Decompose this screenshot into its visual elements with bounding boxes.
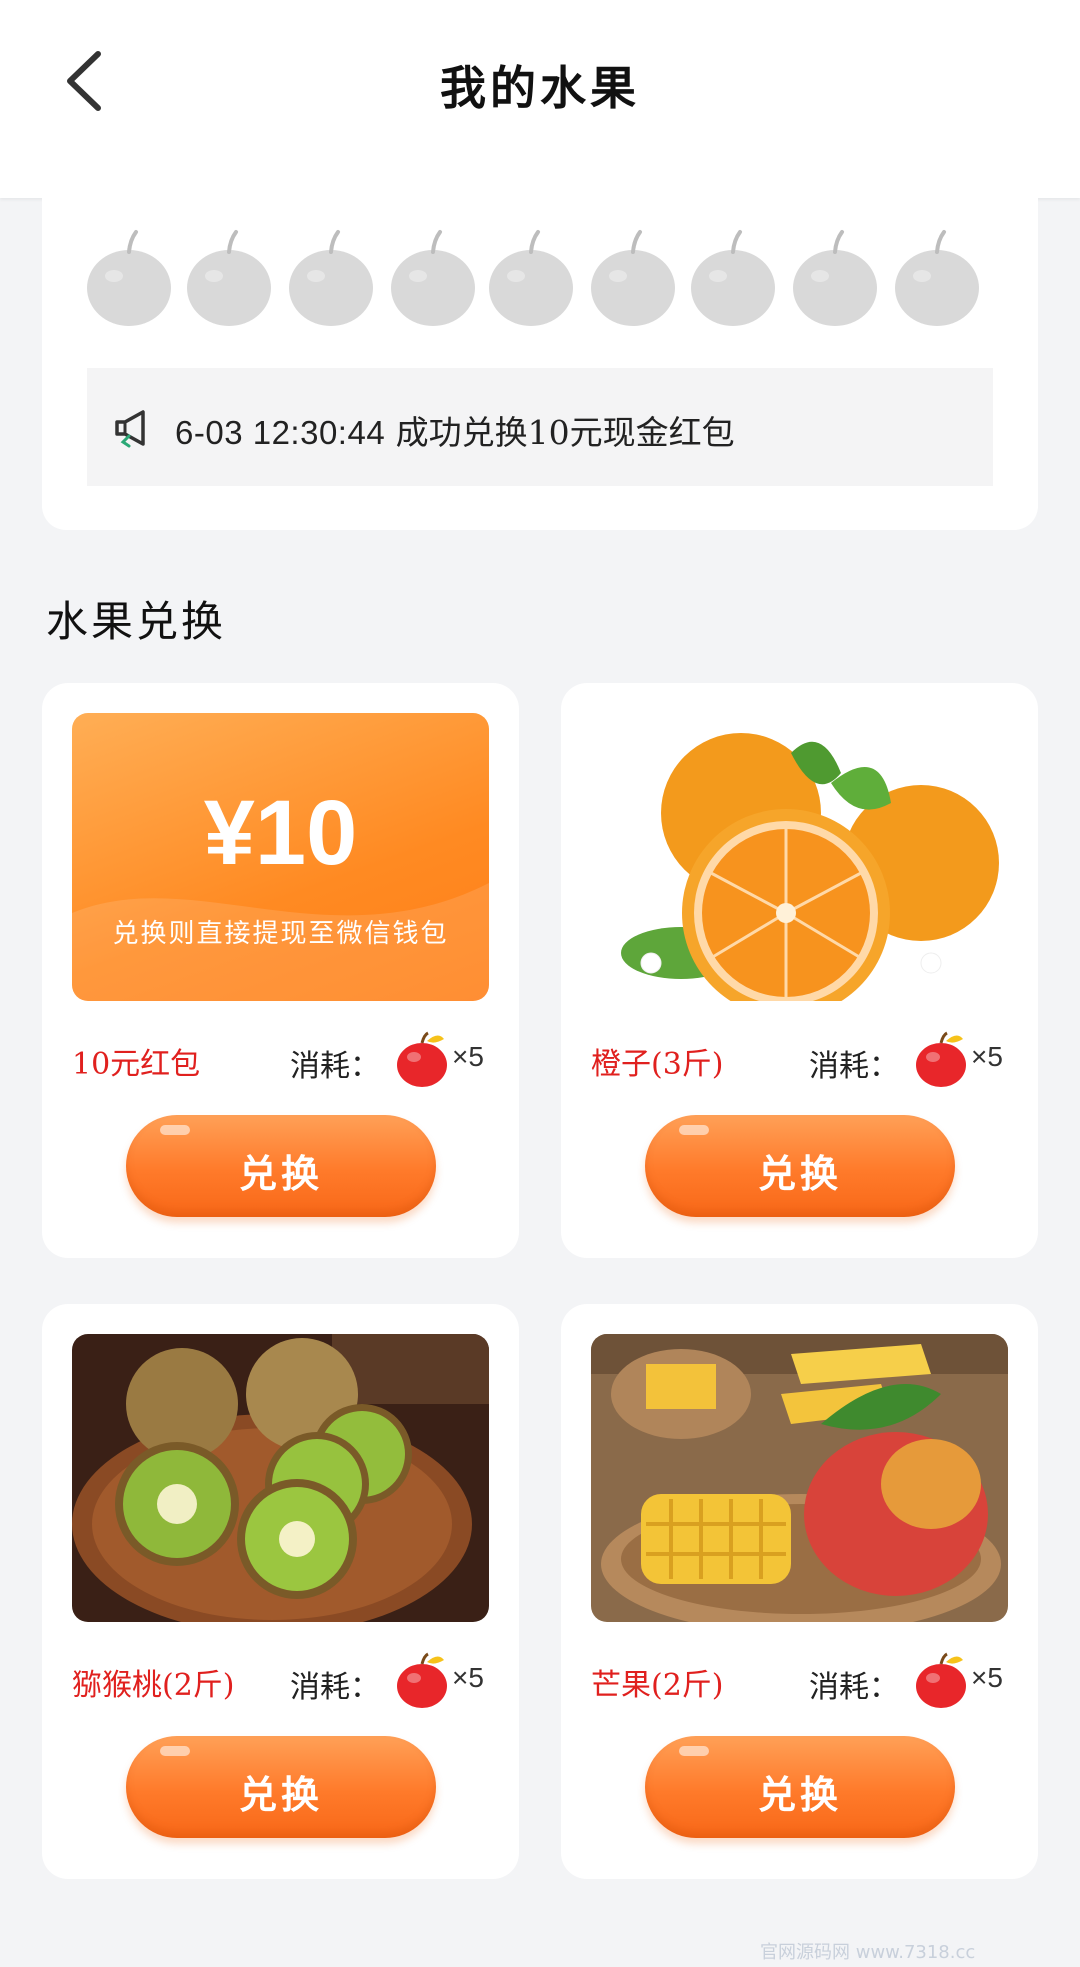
redeem-button-label: 兑换 [238, 1772, 323, 1817]
fruit-slot-apple-icon [488, 228, 574, 328]
orange-photo [591, 713, 1008, 1001]
button-gloss [679, 1125, 709, 1135]
fruit-slot-apple-icon [390, 228, 476, 328]
product-image [591, 713, 1008, 1001]
product-card-orange: 橙子(3斤) 消耗： ×5 兑换 [561, 683, 1038, 1258]
section-title: 水果兑换 [46, 597, 227, 646]
product-card-red-packet: ¥10 兑换则直接提现至微信钱包 10元红包 消耗： ×5 兑换 [42, 683, 519, 1258]
redeem-button[interactable]: 兑换 [126, 1736, 436, 1838]
cost-quantity: ×5 [971, 1662, 1003, 1693]
cost-label: 消耗： [809, 1670, 899, 1705]
fruit-slot-row [86, 228, 986, 328]
apple-icon [916, 1031, 966, 1087]
redeem-button-label: 兑换 [757, 1151, 842, 1196]
product-card-kiwi: 猕猴桃(2斤) 消耗： ×5 兑换 [42, 1304, 519, 1879]
red-packet-subtitle: 兑换则直接提现至微信钱包 [112, 919, 449, 949]
redeem-button-label: 兑换 [238, 1151, 323, 1196]
cost-quantity: ×5 [452, 1041, 484, 1072]
apple-icon [397, 1031, 447, 1087]
button-gloss [160, 1746, 190, 1756]
red-packet-image: ¥10 兑换则直接提现至微信钱包 [72, 713, 489, 1001]
product-image: ¥10 兑换则直接提现至微信钱包 [72, 713, 489, 1001]
red-packet-amount: ¥10 [203, 782, 358, 884]
button-gloss [679, 1746, 709, 1756]
redeem-button[interactable]: 兑换 [645, 1115, 955, 1217]
fruit-slot-apple-icon [590, 228, 676, 328]
product-name: 猕猴桃(2斤) [72, 1668, 235, 1703]
notice-message: 6-03 12:30:44 成功兑换10元现金红包 [175, 406, 735, 454]
fruit-slot-apple-icon [288, 228, 374, 328]
exchange-notice-bar: 6-03 12:30:44 成功兑换10元现金红包 [87, 368, 993, 486]
product-image [591, 1334, 1008, 1622]
cost-label: 消耗： [290, 1049, 380, 1084]
cost-label: 消耗： [809, 1049, 899, 1084]
kiwi-photo [72, 1334, 489, 1622]
megaphone-icon [115, 410, 145, 448]
cost-label: 消耗： [290, 1670, 380, 1705]
fruit-slot-apple-icon [792, 228, 878, 328]
button-gloss [160, 1125, 190, 1135]
cost-quantity: ×5 [971, 1041, 1003, 1072]
product-name: 橙子(3斤) [591, 1047, 724, 1082]
fruit-slot-apple-icon [690, 228, 776, 328]
product-image [72, 1334, 489, 1622]
notice-timestamp: 6-03 12:30:44 [175, 414, 386, 451]
redeem-button[interactable]: 兑换 [126, 1115, 436, 1217]
page-title: 我的水果 [440, 61, 640, 115]
redeem-button-label: 兑换 [757, 1772, 842, 1817]
apple-icon [916, 1652, 966, 1708]
product-card-mango: 芒果(2斤) 消耗： ×5 兑换 [561, 1304, 1038, 1879]
notice-text: 成功兑换10元现金红包 [385, 413, 735, 452]
redeem-button[interactable]: 兑换 [645, 1736, 955, 1838]
product-name: 芒果(2斤) [591, 1668, 724, 1703]
fruit-slot-apple-icon [186, 228, 272, 328]
cost-quantity: ×5 [452, 1662, 484, 1693]
watermark: 官网源码网 www.7318.cc [760, 1942, 976, 1963]
fruit-slot-apple-icon [86, 228, 172, 328]
fruit-slot-apple-icon [894, 228, 980, 328]
product-name: 10元红包 [72, 1047, 201, 1082]
apple-icon [397, 1652, 447, 1708]
header-bar: 我的水果 [0, 0, 1080, 198]
fruit-collection-card: 6-03 12:30:44 成功兑换10元现金红包 [42, 198, 1038, 530]
mango-photo [591, 1334, 1008, 1622]
